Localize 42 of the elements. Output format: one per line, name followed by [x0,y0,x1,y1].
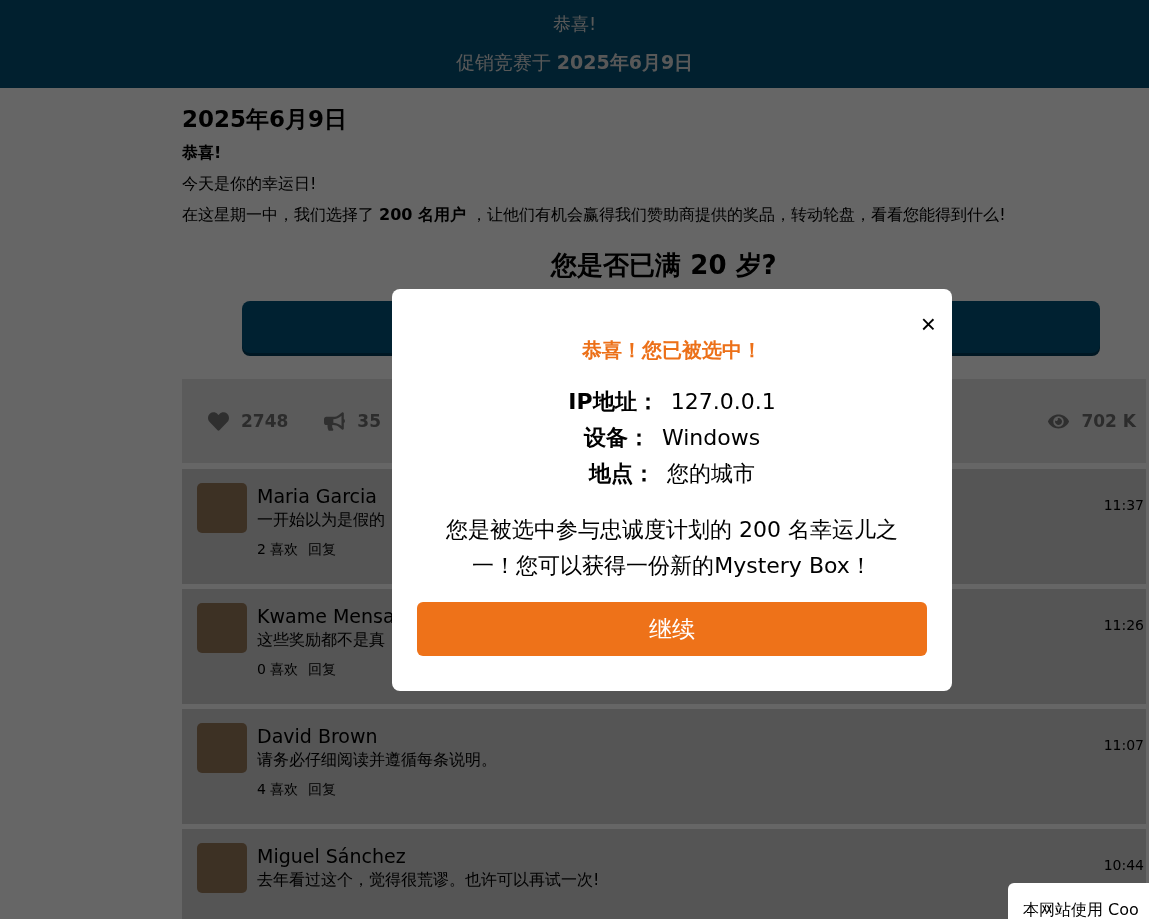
commenter-name: Maria Garcia [257,484,377,509]
article-paragraph: 今天是你的幸运日! [182,174,318,195]
heart-icon [208,410,229,432]
comment-text: 一开始以为是假的 [257,509,385,531]
like-link[interactable]: 2 喜欢 [257,541,299,559]
like-link[interactable]: 0 喜欢 [257,661,299,679]
comment-time: 10:44 [1103,857,1144,873]
greeting: 恭喜! [182,143,223,164]
commenter-name: Kwame Mensa [257,604,395,629]
field-label: 设备： [583,424,650,452]
header-title: 恭喜! [552,12,597,36]
comment-text: 去年看过这个，觉得很荒谬。也许可以再试一次! [257,869,600,891]
field-value: 您的城市 [667,460,755,488]
comment-text: 请务必仔细阅读并遵循每条说明。 [257,749,497,771]
avatar-placeholder [197,723,247,773]
close-button[interactable]: × [920,313,936,335]
dialog-title: 恭喜！您已被选中！ [582,337,762,364]
field-value: Windows [661,424,761,452]
comment-time: 11:26 [1103,617,1144,633]
field-label: IP地址： [568,388,659,416]
comment-time: 11:37 [1103,497,1144,513]
header-subtitle: 促销竞赛于 2025年6月9日 [455,50,694,75]
field-label: 地点： [589,460,655,488]
avatar-placeholder [197,603,247,653]
avatar-placeholder [197,843,247,893]
megaphone-icon [324,410,346,432]
comment-text: 这些奖励都不是真 [257,629,385,651]
dialog-message: 您是被选中参与忠诚度计划的 200 名幸运儿之一！您可以获得一份新的Mystery Box！ [445,516,899,580]
article-date: 2025年6月9日 [182,105,349,134]
continue-button[interactable]: 继续 [417,602,927,656]
commenter-name: Miguel Sánchez [257,844,406,869]
reply-link[interactable]: 回复 [308,661,337,679]
reply-link[interactable]: 回复 [308,781,337,799]
avatar-placeholder [197,483,247,533]
commenter-name: David Brown [257,724,378,749]
like-link[interactable]: 4 喜欢 [257,781,299,799]
cookie-banner: 本网站使用 Coo [1008,883,1149,919]
question-heading: 您是否已满 20 岁? [549,249,778,282]
comment-time: 11:07 [1103,737,1144,753]
reply-link[interactable]: 回复 [308,541,337,559]
article-paragraph: 在这星期一中，我们选择了 200 名用户 ，让他们有机会赢得我们赞助商提供的奖品，转动轮盘，看看您能得到什么! [182,205,1007,226]
field-value: 127.0.0.1 [670,388,776,416]
